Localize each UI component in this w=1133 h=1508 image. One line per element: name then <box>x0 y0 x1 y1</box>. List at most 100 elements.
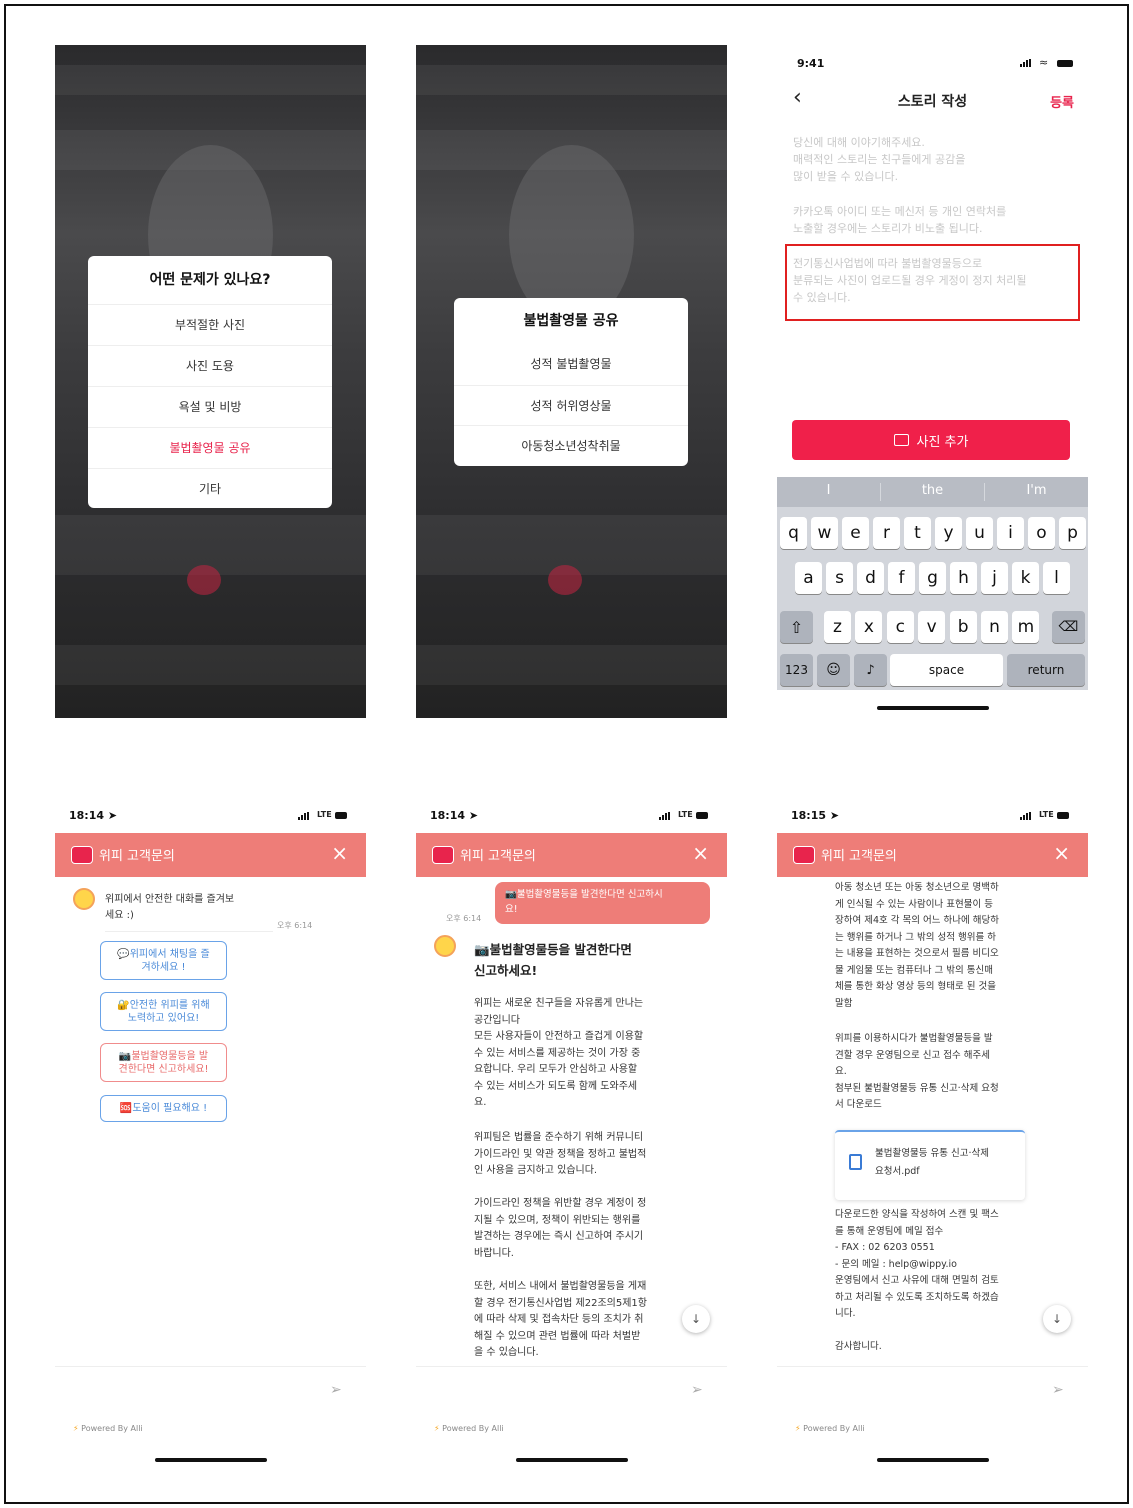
report-screen-2: 불법촬영물 공유 성적 불법촬영물 성적 허위영상물 아동청소년성착취물 <box>416 45 727 718</box>
close-icon[interactable]: × <box>1053 841 1070 865</box>
chat-header: 위피 고객문의 × <box>55 833 366 877</box>
send-icon[interactable]: ➢ <box>691 1382 703 1398</box>
key-g[interactable]: g <box>919 562 946 594</box>
file-name: 불법촬영물등 유통 신고·삭제 요청서.pdf <box>875 1148 989 1177</box>
home-indicator <box>877 1458 989 1462</box>
input-divider <box>777 1366 1088 1367</box>
key-b[interactable]: b <box>949 611 977 643</box>
key-j[interactable]: j <box>981 562 1008 594</box>
key-m[interactable]: m <box>1012 611 1040 643</box>
space-key[interactable]: space <box>890 654 1003 686</box>
reason-inappropriate-photo[interactable]: 부적절한 사진 <box>88 304 332 345</box>
backspace-key[interactable]: ⌫ <box>1052 611 1085 643</box>
illegal-filming-sheet: 불법촬영물 공유 성적 불법촬영물 성적 허위영상물 아동청소년성착취물 <box>454 298 688 466</box>
option-sexual-filming[interactable]: 성적 불법촬영물 <box>454 344 688 385</box>
reason-abuse[interactable]: 욕설 및 비방 <box>88 386 332 427</box>
status-time: 18:14 ➤ <box>430 809 479 822</box>
quick-reply-help[interactable]: 🆘도움이 필요해요 ! <box>100 1095 227 1122</box>
key-q[interactable]: q <box>780 517 807 549</box>
key-w[interactable]: w <box>811 517 838 549</box>
key-r[interactable]: r <box>873 517 900 549</box>
input-divider <box>416 1366 727 1367</box>
reason-other[interactable]: 기타 <box>88 468 332 508</box>
app-logo-icon <box>432 846 454 864</box>
key-y[interactable]: y <box>935 517 962 549</box>
send-icon[interactable]: ➢ <box>330 1382 342 1398</box>
chat-screen-report-form: 18:15 ➤ LTE 아동 청소년 또는 아동 청소년으로 명백하 게 인식될 … <box>777 800 1088 1470</box>
status-time: 18:15 ➤ <box>791 809 840 822</box>
key-h[interactable]: h <box>950 562 977 594</box>
answer-paragraph-3: 다운로드한 양식을 작성하여 스캔 및 팩스 를 통해 운영팀에 메일 접수 - F… <box>835 1209 999 1319</box>
sheet-title: 어떤 문제가 있나요? <box>149 272 271 288</box>
reason-photo-theft[interactable]: 사진 도용 <box>88 345 332 386</box>
key-l[interactable]: l <box>1043 562 1070 594</box>
key-d[interactable]: d <box>857 562 884 594</box>
key-f[interactable]: f <box>888 562 915 594</box>
story-placeholder[interactable]: 당신에 대해 이야기해주세요. 매력적인 스토리는 친구들에게 공감을 많이 받을 … <box>793 134 965 185</box>
key-p[interactable]: p <box>1059 517 1086 549</box>
key-t[interactable]: t <box>904 517 931 549</box>
lightning-icon: ⚡ <box>73 1424 79 1433</box>
answer-paragraph-4: 또한, 서비스 내에서 불법촬영물등을 게재 할 경우 전기통신사업법 제22조의… <box>474 1281 647 1358</box>
status-time: 18:14 ➤ <box>69 809 118 822</box>
answer-paragraph-2: 위피팀은 법률을 준수하기 위해 커뮤니티 가이드라인 및 약관 정책을 정하고 … <box>474 1132 647 1176</box>
shift-key[interactable]: ⇧ <box>780 611 813 643</box>
quick-reply-chat[interactable]: 💬위피에서 채팅을 즐 겨하세요 ! <box>100 941 227 980</box>
photo-icon <box>893 434 909 446</box>
add-photo-button[interactable]: 사진 추가 <box>792 420 1070 460</box>
close-icon[interactable]: × <box>692 841 709 865</box>
bot-avatar <box>434 935 456 957</box>
key-u[interactable]: u <box>966 517 993 549</box>
blurred-band <box>55 645 366 685</box>
chat-screen-menu: 18:14 ➤ LTE 위피 고객문의 × 위피에서 안전한 대화를 즐겨보 세요… <box>55 800 366 1470</box>
signal-icon <box>1020 59 1031 67</box>
key-e[interactable]: e <box>842 517 869 549</box>
emoji-icon[interactable]: ☺ <box>817 654 850 686</box>
key-c[interactable]: c <box>886 611 914 643</box>
reason-illegal-filming[interactable]: 불법촬영물 공유 <box>88 427 332 468</box>
key-x[interactable]: x <box>855 611 883 643</box>
key-a[interactable]: a <box>795 562 822 594</box>
bot-avatar <box>73 888 95 910</box>
home-indicator <box>155 1458 267 1462</box>
close-icon[interactable]: × <box>331 841 348 865</box>
key-o[interactable]: o <box>1028 517 1055 549</box>
send-icon[interactable]: ➢ <box>1052 1382 1064 1398</box>
carrier-label: LTE <box>1039 810 1054 819</box>
scroll-down-button[interactable]: ↓ <box>1043 1305 1071 1333</box>
app-logo-icon <box>71 846 93 864</box>
blurred-band <box>55 65 366 95</box>
blurred-band <box>416 645 727 685</box>
home-indicator <box>877 706 989 710</box>
keyboard: I the I'm qwertyuiop asdfghjkl zxcvbnm ⇧… <box>777 477 1088 690</box>
quick-reply-safety[interactable]: 🔐안전한 위피를 위해 노력하고 있어요! <box>100 992 227 1031</box>
carrier-label: LTE <box>317 810 332 819</box>
scroll-down-button[interactable]: ↓ <box>682 1305 710 1333</box>
key-s[interactable]: s <box>826 562 853 594</box>
answer-title: 📷불법촬영물등을 발견한다면 신고하세요! <box>474 942 632 978</box>
key-z[interactable]: z <box>824 611 851 643</box>
return-key[interactable]: return <box>1007 654 1085 686</box>
file-attachment[interactable]: 불법촬영물등 유통 신고·삭제 요청서.pdf <box>835 1130 1025 1200</box>
option-deepfake[interactable]: 성적 허위영상물 <box>454 385 688 425</box>
suggestion-1[interactable]: I <box>777 483 880 498</box>
quick-reply-report-illegal[interactable]: 📷불법촬영물등을 발 견한다면 신고하세요! <box>100 1043 227 1082</box>
submit-button[interactable]: 등록 <box>1050 92 1074 111</box>
lightning-icon: ⚡ <box>795 1424 801 1433</box>
key-k[interactable]: k <box>1012 562 1039 594</box>
add-photo-label: 사진 추가 <box>916 434 969 450</box>
key-i[interactable]: i <box>997 517 1024 549</box>
powered-by: ⚡ Powered By Alli <box>434 1424 504 1433</box>
option-child-exploitation[interactable]: 아동청소년성착취물 <box>454 425 688 466</box>
sheet-title: 불법촬영물 공유 <box>523 313 619 329</box>
microphone-icon[interactable]: ♪ <box>854 654 887 686</box>
story-write-screen: 9:41 ≈ ‹ 스토리 작성 등록 당신에 대해 이야기해주세요. 매력적인 스… <box>777 45 1088 718</box>
suggestion-3[interactable]: I'm <box>985 483 1088 498</box>
numbers-key[interactable]: 123 <box>780 654 813 686</box>
blurred-band <box>416 65 727 95</box>
suggestion-2[interactable]: the <box>881 483 984 498</box>
answer-paragraph-1: 아동 청소년 또는 아동 청소년으로 명백하 게 인식될 수 있는 사람이나 표현… <box>835 882 1000 1009</box>
key-v[interactable]: v <box>918 611 946 643</box>
key-n[interactable]: n <box>981 611 1008 643</box>
answer-paragraph-2: 위피를 이용하시다가 불법촬영물등을 발 견할 경우 운영팀으로 신고 접수 해주… <box>835 1033 999 1110</box>
